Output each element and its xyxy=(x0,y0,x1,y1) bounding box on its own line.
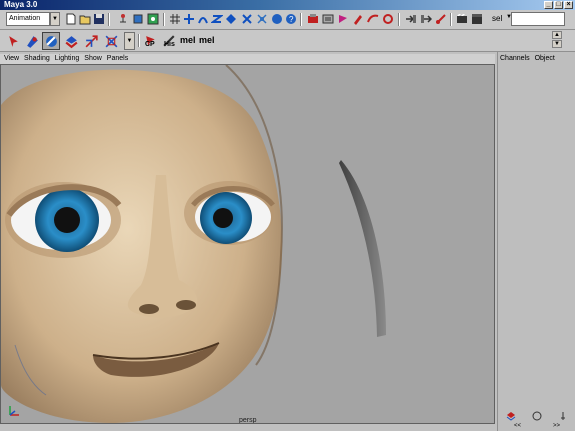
svg-text:?: ? xyxy=(289,15,294,24)
select-hierarchy-icon[interactable] xyxy=(116,12,130,26)
mode-select[interactable]: Animation xyxy=(6,12,50,26)
snap-grid-icon[interactable] xyxy=(168,12,182,26)
chevron-down-icon[interactable]: ▼ xyxy=(124,32,135,50)
mel-shelf-button-2[interactable]: mel xyxy=(199,35,215,45)
mel-shelf-button-1[interactable]: mel xyxy=(180,35,196,45)
command-label: sel xyxy=(492,14,503,23)
title-bar: Maya 3.0 _ □ × xyxy=(0,0,575,10)
pin-icon[interactable] xyxy=(557,411,569,421)
paint-select-icon[interactable] xyxy=(42,32,60,50)
graph-editor-icon[interactable] xyxy=(366,12,380,26)
snap-curve-icon[interactable] xyxy=(182,12,196,26)
select-object-icon[interactable] xyxy=(131,12,145,26)
output-ops-icon[interactable] xyxy=(336,12,350,26)
trax-editor-icon[interactable] xyxy=(381,12,395,26)
shelf-scroll-down-button[interactable]: ▼ xyxy=(552,40,562,48)
object-menu[interactable]: Object xyxy=(535,55,555,62)
menu-shading[interactable]: Shading xyxy=(24,54,50,64)
scene-render xyxy=(1,65,386,423)
input-ops-icon[interactable] xyxy=(321,12,335,26)
shelf-scroll-up-button[interactable]: ▲ xyxy=(552,31,562,39)
snap-view-plane-icon[interactable] xyxy=(210,12,224,26)
menu-show[interactable]: Show xyxy=(84,54,102,64)
menu-view[interactable]: View xyxy=(4,54,19,64)
make-live-icon[interactable] xyxy=(224,12,238,26)
command-input[interactable] xyxy=(511,12,565,26)
render-view-icon[interactable] xyxy=(455,12,469,26)
show-manipulator-icon[interactable] xyxy=(434,12,448,26)
channel-box: Channels Object << >> xyxy=(497,52,575,431)
input-connections-icon[interactable] xyxy=(404,12,418,26)
lasso-tool-icon[interactable] xyxy=(23,32,41,50)
menu-panels[interactable]: Panels xyxy=(107,54,128,64)
rotate-tool-icon[interactable] xyxy=(82,32,100,50)
hypershade-icon[interactable] xyxy=(306,12,320,26)
render-globals-icon[interactable]: ? xyxy=(284,12,298,26)
move-tool-icon[interactable] xyxy=(62,32,80,50)
maximize-button[interactable]: □ xyxy=(554,1,563,9)
open-scene-icon[interactable] xyxy=(78,12,92,26)
window-title: Maya 3.0 xyxy=(4,0,38,9)
menu-lighting[interactable]: Lighting xyxy=(55,54,80,64)
ipr-render-icon[interactable] xyxy=(270,12,284,26)
select-tool-icon[interactable] xyxy=(4,32,22,50)
paint-effects-icon[interactable] xyxy=(351,12,365,26)
panel-menubar: View Shading Lighting Show Panels xyxy=(0,54,495,64)
his-label: His xyxy=(164,41,175,48)
next-button[interactable]: >> xyxy=(553,423,560,431)
minimize-button[interactable]: _ xyxy=(544,1,553,9)
axis-gizmo-icon xyxy=(9,406,19,416)
new-scene-icon[interactable] xyxy=(64,12,78,26)
cp-label: CP xyxy=(145,41,155,48)
clapper-icon[interactable] xyxy=(470,12,484,26)
bottom-strip xyxy=(0,424,497,431)
scale-tool-icon[interactable] xyxy=(102,32,120,50)
render-icon[interactable] xyxy=(255,12,269,26)
circle-icon[interactable] xyxy=(531,411,543,421)
channels-menu[interactable]: Channels xyxy=(500,55,530,62)
history-icon[interactable] xyxy=(240,12,254,26)
status-line: Animation ▼ ? sel ▼ xyxy=(0,10,575,30)
prev-button[interactable]: << xyxy=(514,423,521,431)
select-component-icon[interactable] xyxy=(146,12,160,26)
layer-icon[interactable] xyxy=(505,411,517,421)
chevron-down-icon[interactable]: ▼ xyxy=(50,12,60,26)
camera-label: persp xyxy=(239,417,257,423)
snap-point-icon[interactable] xyxy=(196,12,210,26)
perspective-viewport[interactable]: persp xyxy=(1,65,494,423)
save-scene-icon[interactable] xyxy=(92,12,106,26)
tool-shelf: ▼ CP His mel mel ▲ ▼ xyxy=(0,30,575,52)
output-connections-icon[interactable] xyxy=(419,12,433,26)
close-button[interactable]: × xyxy=(564,1,573,9)
